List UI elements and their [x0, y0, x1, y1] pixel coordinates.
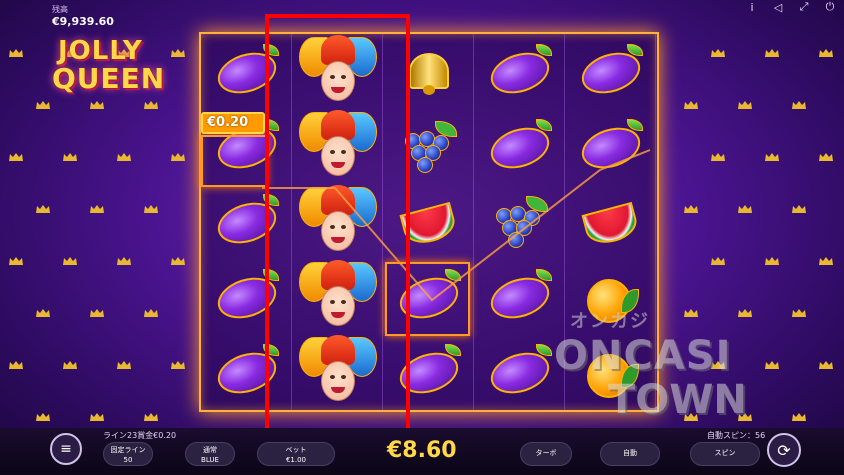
- crown-icon: [792, 101, 806, 109]
- info-icon[interactable]: i: [746, 1, 758, 14]
- balance-label: 残高: [52, 5, 68, 14]
- speed-value: BLUE: [201, 456, 219, 464]
- spin-label-button[interactable]: スピン: [690, 442, 760, 466]
- crown-icon: [36, 205, 50, 213]
- crown-icon: [792, 413, 806, 421]
- total-amount: €8.60: [387, 438, 457, 463]
- balance-display: 残高 €9,939.60: [52, 4, 114, 28]
- plum-symbol-icon: [576, 43, 645, 100]
- watermark-line3: TOWN: [608, 377, 747, 423]
- bell-symbol-icon: [403, 47, 455, 97]
- crown-icon: [819, 257, 833, 265]
- crown-icon: [711, 49, 725, 57]
- fixed-lines-label: 固定ライン: [110, 446, 146, 454]
- volume-icon[interactable]: ◁: [772, 1, 784, 14]
- auto-button[interactable]: 自動: [600, 442, 660, 466]
- reel-cell: [474, 34, 565, 109]
- reel-cell: [565, 34, 656, 109]
- refresh-icon: ⟳: [777, 440, 791, 460]
- crown-icon: [684, 101, 698, 109]
- crown-icon: [819, 361, 833, 369]
- crown-icon: [144, 205, 158, 213]
- reel-cell: [565, 184, 656, 259]
- menu-icon: ≡: [60, 441, 72, 457]
- bet-value: €1.00: [285, 456, 307, 464]
- crown-icon: [144, 413, 158, 421]
- win-cell-highlight: [201, 135, 267, 187]
- plum-symbol-icon: [485, 118, 554, 175]
- crown-icon: [9, 153, 23, 161]
- crown-icon: [171, 361, 185, 369]
- reel-cell: [474, 109, 565, 184]
- spin-button[interactable]: ⟳: [767, 433, 801, 467]
- plum-symbol-icon: [485, 43, 554, 100]
- game-logo: JOLLY QUEEN: [52, 38, 192, 94]
- crown-icon: [90, 413, 104, 421]
- turbo-label: ターボ: [535, 449, 557, 457]
- crown-icon: [765, 49, 779, 57]
- auto-spin-info: 自動スピン：56: [707, 431, 766, 440]
- crown-icon: [9, 361, 23, 369]
- crown-icon: [792, 205, 806, 213]
- crown-icon: [738, 101, 752, 109]
- speed-label: 通常: [203, 446, 217, 454]
- plum-symbol-icon: [576, 118, 645, 175]
- crown-icon: [171, 153, 185, 161]
- crown-icon: [90, 101, 104, 109]
- crown-icon: [819, 153, 833, 161]
- watermelon-symbol-icon: [580, 198, 641, 248]
- crown-icon: [792, 309, 806, 317]
- spin-label: スピン: [714, 449, 736, 457]
- reel-cell: [565, 109, 656, 184]
- crown-icon: [738, 205, 752, 213]
- fixed-lines-value: 50: [123, 456, 133, 464]
- crown-icon: [9, 257, 23, 265]
- fullscreen-icon[interactable]: ⤢: [798, 0, 810, 14]
- bet-control[interactable]: ベット €1.00: [257, 442, 335, 466]
- crown-icon: [90, 309, 104, 317]
- speed-control[interactable]: 通常 BLUE: [185, 442, 235, 466]
- highlight-box: [265, 14, 410, 432]
- logo-line1: JOLLY: [58, 36, 143, 66]
- plum-symbol-icon: [485, 343, 554, 400]
- crown-icon: [63, 361, 77, 369]
- crown-icon: [90, 205, 104, 213]
- logo-line2: QUEEN: [52, 62, 166, 95]
- crown-icon: [765, 257, 779, 265]
- crown-icon: [36, 101, 50, 109]
- win-amount-badge: €0.20: [201, 112, 265, 134]
- top-icons: i ◁ ⤢ ⏻: [746, 0, 836, 14]
- auto-label: 自動: [623, 449, 637, 457]
- plum-symbol-icon: [485, 268, 554, 325]
- reel-cell: [474, 184, 565, 259]
- crown-icon: [171, 257, 185, 265]
- crown-icon: [711, 153, 725, 161]
- watermark-line1: オンカジ: [570, 311, 650, 332]
- turbo-button[interactable]: ターボ: [520, 442, 572, 466]
- fixed-lines-control[interactable]: 固定ライン 50: [103, 442, 153, 466]
- crown-icon: [36, 413, 50, 421]
- crown-icon: [63, 257, 77, 265]
- power-icon[interactable]: ⏻: [824, 0, 836, 14]
- crown-icon: [117, 257, 131, 265]
- crown-icon: [117, 153, 131, 161]
- crown-icon: [63, 153, 77, 161]
- bet-label: ベット: [285, 446, 307, 454]
- crown-icon: [765, 153, 779, 161]
- balance-value: €9,939.60: [52, 15, 114, 28]
- crown-icon: [144, 101, 158, 109]
- watermark: オンカジ ONCASI TOWN: [548, 285, 788, 435]
- crown-icon: [36, 309, 50, 317]
- grapes-symbol-icon: [492, 195, 548, 248]
- crown-icon: [9, 49, 23, 57]
- crown-icon: [144, 309, 158, 317]
- crown-icon: [711, 257, 725, 265]
- watermark-line2: ONCASI: [554, 333, 732, 379]
- crown-icon: [117, 361, 131, 369]
- menu-button[interactable]: ≡: [50, 433, 82, 465]
- line-win-text: ライン23賞金€0.20: [103, 431, 177, 440]
- crown-icon: [684, 205, 698, 213]
- crown-icon: [819, 49, 833, 57]
